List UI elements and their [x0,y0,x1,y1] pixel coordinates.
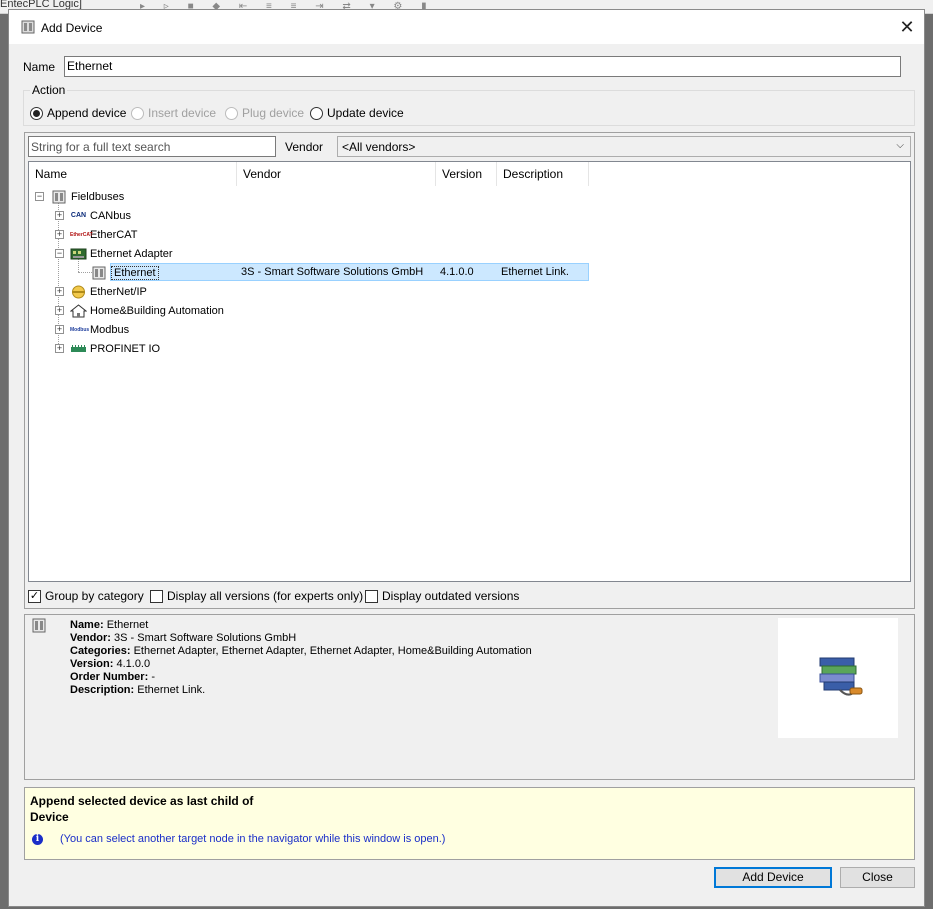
cell-vendor: 3S - Smart Software Solutions GmbH [241,266,424,278]
append-device-radio[interactable]: Append device [30,106,126,120]
radio-label: Plug device [242,106,305,120]
expand-icon[interactable]: + [55,211,64,220]
checkbox-label: Display outdated versions [382,589,520,603]
tree-item-label: Home&Building Automation [90,304,224,317]
cell-version: 4.1.0.0 [440,266,474,278]
close-button[interactable]: Close [840,867,915,888]
vendor-select[interactable]: <All vendors> ⌵ [337,136,911,157]
checkbox-label: Display all versions (for experts only) [167,589,364,603]
collapse-icon[interactable]: − [35,192,44,201]
action-group: Action Append device Insert device Plug … [23,83,915,126]
device-icon [92,266,106,279]
expand-icon[interactable]: + [55,306,64,315]
note-line-1: Append selected device as last child of [30,794,254,808]
checkbox-box: ✓ [28,589,41,603]
profinet-icon [71,344,86,352]
info-vendor-line: Vendor: 3S - Smart Software Solutions Gm… [70,632,297,644]
target-node-note: Append selected device as last child of … [24,787,915,860]
cell-description: Ethernet Link. [501,266,569,278]
tree-item-label: EtherCAT [90,228,138,241]
info-name-line: Name: Ethernet [70,619,149,631]
tree-item-label: Modbus [90,323,130,336]
name-label: Name [23,60,56,74]
tree-item-profinet[interactable]: + PROFINET IO [55,339,160,358]
vendor-select-value: <All vendors> [342,140,416,154]
fieldbus-icon [52,190,66,203]
tree-item-label: EtherNet/IP [90,285,147,298]
column-header-description[interactable]: Description [497,162,589,186]
update-device-radio[interactable]: Update device [310,106,404,120]
checkbox-label: Group by category [45,589,144,603]
tree-item-label: Ethernet [111,265,159,280]
plug-device-radio[interactable]: Plug device [225,106,304,120]
can-icon: CAN [70,211,87,219]
house-icon [70,303,87,317]
tree-guide [78,272,92,273]
tree-item-ethernet-adapter[interactable]: − Ethernet Adapter [55,244,173,263]
vendor-label: Vendor [285,140,324,154]
radio-dot [30,106,43,120]
chevron-down-icon: ⌵ [896,140,904,151]
display-all-versions-checkbox[interactable]: Display all versions (for experts only) [150,589,363,603]
device-info-panel: Name: Ethernet Vendor: 3S - Smart Softwa… [24,614,915,780]
radio-dot [310,106,323,120]
modbus-icon: Modbus [70,326,90,333]
collapse-icon[interactable]: − [55,249,64,258]
name-field[interactable]: Ethernet [64,56,901,77]
info-categories-line: Categories: Ethernet Adapter, Ethernet A… [70,645,532,657]
tree-item-label: PROFINET IO [90,342,161,355]
tree-item-modbus[interactable]: + Modbus Modbus [55,320,129,339]
radio-dot [131,106,144,120]
expand-icon[interactable]: + [55,325,64,334]
tree-item-ethercat[interactable]: + EtherCAT EtherCAT [55,225,137,244]
radio-label: Update device [327,106,404,120]
device-catalog-panel: String for a full text search Vendor <Al… [24,132,915,609]
device-icon [21,20,35,34]
add-device-dialog: Add Device ✕ Name Ethernet Action Append… [8,9,925,907]
ethernet-adapter-icon [70,248,87,259]
ethercat-icon: EtherCAT [70,231,93,238]
radio-label: Append device [47,106,127,120]
expand-icon[interactable]: + [55,287,64,296]
radio-dot [225,106,238,120]
column-header-version[interactable]: Version [436,162,497,186]
device-library-icon [819,657,863,696]
tree-item-fieldbuses[interactable]: − Fieldbuses [35,187,124,206]
tree-item-label: Fieldbuses [71,190,125,203]
add-device-button[interactable]: Add Device [714,867,832,888]
note-hint: (You can select another target node in t… [60,833,446,845]
info-description-line: Description: Ethernet Link. [70,684,206,696]
tree-item-ethernet[interactable]: Ethernet [91,263,159,282]
column-header-name[interactable]: Name [29,162,237,186]
dialog-title: Add Device [41,21,103,35]
tree-item-canbus[interactable]: + CAN CANbus [55,206,131,225]
device-icon [32,618,46,633]
device-tree-grid: Name Vendor Version Description − Fieldb… [28,161,911,582]
close-icon[interactable]: ✕ [896,16,918,38]
expand-icon[interactable]: + [55,344,64,353]
search-input[interactable]: String for a full text search [28,136,276,157]
action-legend: Action [30,83,68,97]
tree-item-ethernetip[interactable]: + EtherNet/IP [55,282,147,301]
insert-device-radio[interactable]: Insert device [131,106,216,120]
device-image [778,618,898,738]
column-header-vendor[interactable]: Vendor [237,162,436,186]
checkbox-box [150,589,163,603]
display-outdated-versions-checkbox[interactable]: Display outdated versions [365,589,519,603]
info-order-number-line: Order Number: - [70,671,155,683]
info-version-line: Version: 4.1.0.0 [70,658,151,670]
note-line-2: Device [30,810,69,824]
info-icon: i [32,834,43,845]
group-by-category-checkbox[interactable]: ✓ Group by category [28,589,144,603]
title-bar: Add Device ✕ [9,10,924,44]
radio-label: Insert device [148,106,217,120]
expand-icon[interactable]: + [55,230,64,239]
tree-item-label: Ethernet Adapter [90,247,173,260]
tree-item-home-building[interactable]: + Home&Building Automation [55,301,224,320]
checkbox-box [365,589,378,603]
ethernetip-icon [72,285,85,298]
tree-item-label: CANbus [90,209,131,222]
